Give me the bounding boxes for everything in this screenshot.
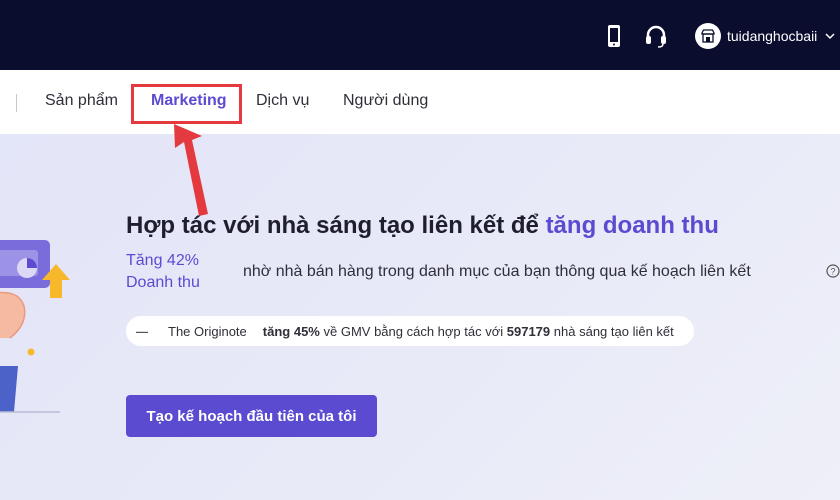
testimonial-t3: nhà sáng tạo liên kết — [553, 323, 674, 339]
brand-name: The Originote — [168, 323, 247, 339]
brand-logo: ▬▬▬ — [136, 328, 148, 334]
username: tuidanghocbaii — [727, 28, 818, 44]
nav-item-nguoi-dung[interactable]: Người dùng — [343, 92, 428, 110]
headset-icon[interactable] — [645, 24, 667, 48]
phone-icon[interactable] — [606, 24, 622, 48]
svg-text:?: ? — [830, 267, 835, 277]
store-icon — [701, 29, 715, 43]
top-bar: tuidanghocbaii — [0, 0, 840, 70]
avatar — [695, 23, 721, 49]
headline-accent: tăng doanh thu — [545, 212, 719, 239]
nav-item-dich-vu[interactable]: Dịch vụ — [256, 92, 309, 110]
user-menu[interactable]: tuidanghocbaii — [695, 22, 835, 50]
help-icon[interactable]: ? — [826, 264, 840, 278]
hero-illustration — [0, 240, 70, 413]
headline-text: Hợp tác với nhà sáng tạo liên kết để — [126, 212, 539, 239]
testimonial-percent: 45% — [293, 323, 320, 339]
stat-line-1: Tăng 42% — [126, 252, 199, 269]
testimonial-t1: tăng — [262, 323, 291, 339]
nav-divider — [16, 94, 17, 112]
hero-subtext: nhờ nhà bán hàng trong danh mục của bạn … — [243, 263, 751, 280]
annotation-arrow — [174, 124, 208, 216]
create-first-plan-button[interactable]: Tạo kế hoạch đầu tiên của tôi — [126, 395, 377, 437]
testimonial-text: tăng 45% về GMV bằng cách hợp tác với 59… — [263, 324, 674, 339]
stat-block: Tăng 42% Doanh thu — [126, 250, 200, 294]
testimonial-count: 597179 — [506, 323, 551, 339]
testimonial-t2: về GMV bằng cách hợp tác với — [323, 323, 504, 339]
hero-headline: Hợp tác với nhà sáng tạo liên kết để tăn… — [126, 212, 719, 240]
testimonial-pill: ▬▬▬ The Originote tăng 45% về GMV bằng c… — [126, 316, 694, 346]
chevron-down-icon — [825, 33, 835, 40]
nav-bar: Sản phẩm Marketing Dịch vụ Người dùng — [0, 70, 840, 134]
nav-item-san-pham[interactable]: Sản phẩm — [45, 92, 118, 110]
stat-line-2: Doanh thu — [126, 274, 200, 291]
